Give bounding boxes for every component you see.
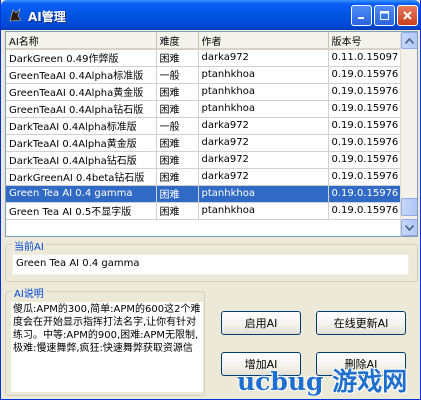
cell-name: GreenTeaAI 0.4Alpha标准版 bbox=[6, 66, 157, 84]
table-header-row: AI名称 难度 作者 版本号 bbox=[6, 32, 402, 50]
table-row[interactable]: GreenTeaAI 0.4Alpha钻石版 困难 ptanhkhoa 0.19… bbox=[6, 100, 402, 118]
minimize-button[interactable] bbox=[351, 5, 372, 26]
current-ai-label: 当前AI bbox=[12, 238, 46, 253]
cell-version: 0.19.0.15976 bbox=[328, 83, 402, 101]
cell-author: darka972 bbox=[198, 49, 329, 67]
cell-difficulty: 困难 bbox=[156, 185, 199, 203]
cell-name: GreenTeaAI 0.4Alpha黄金版 bbox=[6, 83, 157, 101]
cell-version: 0.19.0.15976 bbox=[328, 151, 402, 169]
cell-name: Green Tea AI 0.4 gamma bbox=[6, 185, 157, 203]
table-row[interactable]: DarkTeaAI 0.4Alpha钻石版 困难 darka972 0.19.0… bbox=[6, 151, 402, 169]
cell-difficulty: 困难 bbox=[156, 151, 199, 169]
cell-version: 0.19.0.15976 bbox=[328, 134, 402, 152]
ai-manager-window: AI管理 AI名称 难度 作者 版本号 DarkGreen 0.49作弊版 困难… bbox=[0, 0, 421, 400]
arrow-up-icon bbox=[405, 37, 414, 44]
cell-name: DarkGreenAI 0.4beta钻石版 bbox=[6, 168, 157, 186]
cell-difficulty: 困难 bbox=[156, 100, 199, 118]
column-header-version[interactable]: 版本号 bbox=[328, 32, 402, 50]
cell-version: 0.19.0.15976 bbox=[328, 66, 402, 84]
cell-difficulty: 困难 bbox=[156, 202, 199, 220]
cell-name: DarkTeaAI 0.4Alpha黄金版 bbox=[6, 134, 157, 152]
cell-version: 0.19.0.15976 bbox=[328, 168, 402, 186]
cell-author: darka972 bbox=[198, 151, 329, 169]
ai-description-group: AI说明 傻瓜:APM的300,简单:APM的600这2个难度会在开始显示指挥打… bbox=[5, 285, 205, 396]
cell-name: DarkTeaAI 0.4Alpha标准版 bbox=[6, 117, 157, 135]
scroll-down-button[interactable] bbox=[401, 219, 417, 236]
ai-description-label: AI说明 bbox=[12, 285, 46, 300]
table-row[interactable]: GreenTeaAI 0.4Alpha黄金版 困难 ptanhkhoa 0.19… bbox=[6, 83, 402, 101]
site-watermark: ucbug 游戏网 bbox=[237, 367, 408, 396]
cell-author: ptanhkhoa bbox=[198, 185, 329, 203]
cell-difficulty: 一般 bbox=[156, 66, 199, 84]
table-row[interactable]: DarkTeaAI 0.4Alpha黄金版 困难 darka972 0.19.0… bbox=[6, 134, 402, 152]
ai-table: AI名称 难度 作者 版本号 DarkGreen 0.49作弊版 困难 dark… bbox=[6, 32, 402, 220]
cell-name: DarkTeaAI 0.4Alpha钻石版 bbox=[6, 151, 157, 169]
cell-author: ptanhkhoa bbox=[198, 66, 329, 84]
title-bar[interactable]: AI管理 bbox=[1, 0, 420, 30]
cell-version: 0.11.0.15097 bbox=[328, 49, 402, 67]
close-icon bbox=[403, 11, 412, 20]
cell-author: darka972 bbox=[198, 134, 329, 152]
cell-author: ptanhkhoa bbox=[198, 100, 329, 118]
cell-difficulty: 困难 bbox=[156, 49, 199, 67]
cell-difficulty: 困难 bbox=[156, 134, 199, 152]
cell-name: GreenTeaAI 0.4Alpha钻石版 bbox=[6, 100, 157, 118]
table-row[interactable]: DarkTeaAI 0.4Alpha标准版 一般 darka972 0.19.0… bbox=[6, 117, 402, 135]
cell-difficulty: 困难 bbox=[156, 168, 199, 186]
current-ai-value: Green Tea AI 0.4 gamma bbox=[12, 254, 409, 275]
cell-version: 0.19.0.15976 bbox=[328, 100, 402, 118]
cell-difficulty: 困难 bbox=[156, 83, 199, 101]
cell-name: DarkGreen 0.49作弊版 bbox=[6, 49, 157, 67]
column-header-name[interactable]: AI名称 bbox=[6, 32, 157, 50]
arrow-down-icon bbox=[405, 224, 414, 231]
minimize-icon bbox=[358, 17, 364, 19]
cell-author: darka972 bbox=[198, 117, 329, 135]
maximize-button[interactable] bbox=[374, 5, 395, 26]
cell-author: darka972 bbox=[198, 168, 329, 186]
cell-author: ptanhkhoa bbox=[198, 202, 329, 220]
ai-description-text[interactable]: 傻瓜:APM的300,简单:APM的600这2个难度会在开始显示指挥打法名字,让… bbox=[11, 302, 203, 392]
vertical-scrollbar[interactable] bbox=[400, 32, 417, 236]
online-update-ai-button[interactable]: 在线更新AI bbox=[316, 311, 406, 335]
table-row[interactable]: DarkGreenAI 0.4beta钻石版 困难 darka972 0.19.… bbox=[6, 168, 402, 186]
scroll-thumb[interactable] bbox=[401, 198, 417, 216]
close-button[interactable] bbox=[397, 5, 418, 26]
ai-list[interactable]: AI名称 难度 作者 版本号 DarkGreen 0.49作弊版 困难 dark… bbox=[5, 31, 418, 237]
app-icon bbox=[9, 7, 22, 22]
current-ai-group: 当前AI Green Tea AI 0.4 gamma bbox=[5, 238, 418, 282]
table-row[interactable]: GreenTeaAI 0.4Alpha标准版 一般 ptanhkhoa 0.19… bbox=[6, 66, 402, 84]
cell-author: ptanhkhoa bbox=[198, 83, 329, 101]
cell-version: 0.19.0.15976 bbox=[328, 117, 402, 135]
cell-difficulty: 一般 bbox=[156, 117, 199, 135]
column-header-difficulty[interactable]: 难度 bbox=[156, 32, 199, 50]
cell-version: 0.19.0.15976 bbox=[328, 202, 402, 220]
scroll-up-button[interactable] bbox=[401, 32, 417, 49]
window-title: AI管理 bbox=[28, 10, 66, 24]
enable-ai-button[interactable]: 启用AI bbox=[221, 311, 301, 335]
table-row-selected[interactable]: Green Tea AI 0.4 gamma 困难 ptanhkhoa 0.19… bbox=[6, 185, 402, 203]
table-row[interactable]: DarkGreen 0.49作弊版 困难 darka972 0.11.0.150… bbox=[6, 49, 402, 67]
table-row[interactable]: Green Tea AI 0.5不显字版 困难 ptanhkhoa 0.19.0… bbox=[6, 202, 402, 220]
cell-name: Green Tea AI 0.5不显字版 bbox=[6, 202, 157, 220]
column-header-author[interactable]: 作者 bbox=[198, 32, 329, 50]
maximize-icon bbox=[380, 11, 389, 20]
cell-version: 0.19.0.15976 bbox=[328, 185, 402, 203]
